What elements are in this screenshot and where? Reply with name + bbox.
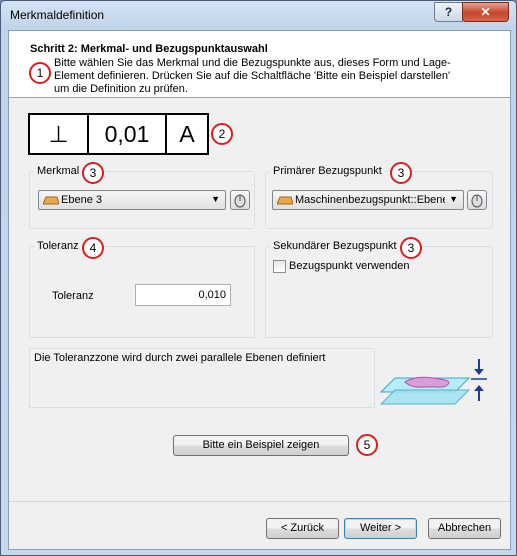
- use-datum-label: Bezugspunkt verwenden: [289, 260, 410, 272]
- toleranz-group-label: Toleranz: [34, 240, 82, 252]
- toleranz-field-label: Toleranz: [52, 290, 94, 302]
- feature-control-frame: ⊥ 0,01 A: [28, 113, 209, 155]
- cancel-button[interactable]: Abbrechen: [428, 518, 501, 539]
- arrow-up-icon: [474, 385, 484, 401]
- window-title: Merkmaldefinition: [10, 8, 105, 22]
- primary-datum-dropdown[interactable]: Maschinenbezugspunkt::Ebene ▼: [272, 190, 464, 210]
- close-button[interactable]: ✕: [462, 2, 509, 22]
- back-button[interactable]: < Zurück: [266, 518, 339, 539]
- callout-badge: 5: [356, 434, 378, 456]
- plane-icon: [43, 196, 59, 205]
- fcf-tolerance: 0,01: [89, 115, 167, 153]
- titlebar: Merkmaldefinition ? ✕: [1, 1, 516, 31]
- callout-badge: 2: [211, 123, 233, 145]
- merkmal-pick-button[interactable]: [230, 190, 250, 210]
- chevron-down-icon: ▼: [211, 194, 220, 204]
- secondary-datum-group: Sekundärer Bezugspunkt 3 Bezugspunkt ver…: [265, 237, 493, 338]
- plane-icon: [277, 196, 293, 205]
- cursor-pick-icon: [471, 194, 483, 208]
- chevron-down-icon: ▼: [449, 194, 458, 204]
- secondary-datum-label: Sekundärer Bezugspunkt: [270, 240, 400, 252]
- merkmal-group: Merkmal 3 Ebene 3 ▼: [29, 162, 255, 229]
- toleranz-input[interactable]: 0,010: [135, 284, 231, 306]
- primary-datum-group: Primärer Bezugspunkt 3 Maschinenbezugspu…: [265, 162, 493, 229]
- help-button[interactable]: ?: [434, 2, 463, 22]
- footer-separator: [9, 501, 510, 502]
- merkmal-dropdown[interactable]: Ebene 3 ▼: [38, 190, 226, 210]
- arrow-down-icon: [474, 359, 484, 375]
- merkmal-value: Ebene 3: [61, 194, 102, 206]
- cursor-pick-icon: [234, 194, 246, 208]
- callout-badge: 3: [400, 237, 422, 259]
- show-example-button[interactable]: Bitte ein Beispiel zeigen: [173, 435, 349, 456]
- toleranz-group: Toleranz 4 Toleranz 0,010: [29, 237, 255, 338]
- primary-datum-value: Maschinenbezugspunkt::Ebene: [295, 194, 445, 206]
- callout-badge: 1: [29, 62, 51, 84]
- primary-datum-label: Primärer Bezugspunkt: [270, 165, 385, 177]
- step-description: Bitte wählen Sie das Merkmal und die Bez…: [54, 57, 451, 95]
- dialog-client: Schritt 2: Merkmal- und Bezugspunktauswa…: [8, 30, 511, 550]
- step-title: Schritt 2: Merkmal- und Bezugspunktauswa…: [30, 43, 268, 55]
- callout-badge: 3: [390, 162, 412, 184]
- next-button[interactable]: Weiter >: [344, 518, 417, 539]
- tolerance-zone-text: Die Toleranzzone wird durch zwei paralle…: [34, 352, 326, 364]
- tolerance-zone-info: Die Toleranzzone wird durch zwei paralle…: [29, 348, 375, 408]
- primary-datum-pick-button[interactable]: [467, 190, 487, 210]
- dialog-window: Merkmaldefinition ? ✕ Schritt 2: Merkmal…: [0, 0, 517, 556]
- perpendicularity-symbol: ⊥: [30, 115, 89, 153]
- use-datum-checkbox[interactable]: [273, 260, 286, 273]
- fcf-datum: A: [179, 121, 195, 147]
- wizard-header: Schritt 2: Merkmal- und Bezugspunktauswa…: [9, 31, 510, 98]
- arrow-pair: [471, 359, 487, 401]
- callout-badge: 4: [82, 237, 104, 259]
- callout-badge: 3: [82, 162, 104, 184]
- merkmal-label: Merkmal: [34, 165, 83, 177]
